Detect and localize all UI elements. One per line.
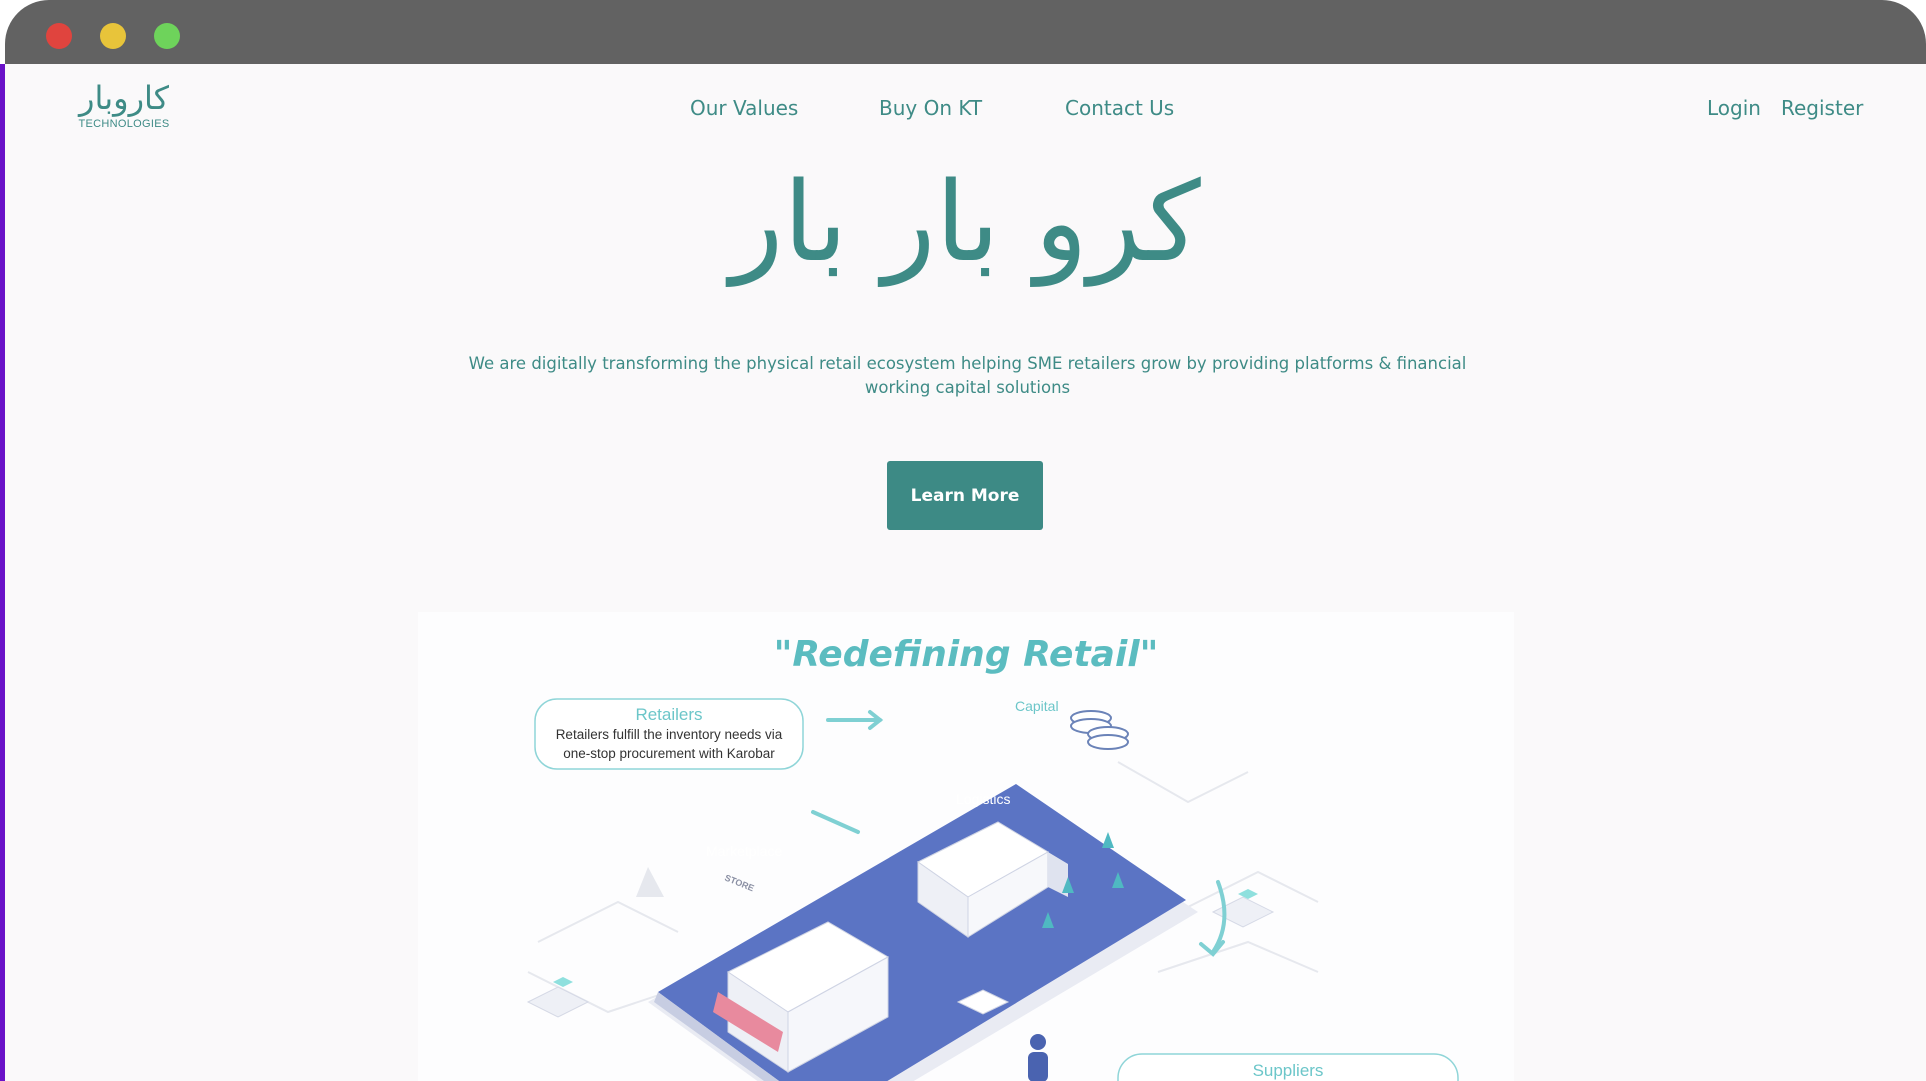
login-link[interactable]: Login — [1707, 96, 1761, 120]
main-navigation: Our Values Buy On KT Contact Us Login Re… — [5, 96, 1926, 126]
web-page: کاروبار TECHNOLOGIES Our Values Buy On K… — [5, 64, 1926, 1081]
nav-link-contact-us[interactable]: Contact Us — [1065, 96, 1174, 120]
marketplace-label: Marketplace — [706, 843, 782, 859]
hero-description: We are digitally transforming the physic… — [468, 354, 1467, 397]
retailers-text-line1: Retailers fulfill the inventory needs vi… — [556, 727, 783, 742]
close-window-button[interactable] — [46, 23, 72, 49]
capital-label: Capital — [1015, 698, 1059, 714]
illustration-graphic: Retailers Retailers fulfill the inventor… — [526, 698, 1459, 1081]
retailers-heading: Retailers — [635, 705, 702, 724]
window-titlebar — [5, 0, 1926, 64]
person-figure — [1028, 1034, 1048, 1081]
suppliers-heading: Suppliers — [1253, 1061, 1324, 1080]
logistics-label: Logistics — [956, 791, 1010, 807]
maximize-window-button[interactable] — [154, 23, 180, 49]
hero-title: کرو بار بار — [730, 158, 1201, 286]
minimize-window-button[interactable] — [100, 23, 126, 49]
nav-link-our-values[interactable]: Our Values — [690, 96, 798, 120]
nav-link-buy-on-kt[interactable]: Buy On KT — [879, 96, 982, 120]
illustration-title: "Redefining Retail" — [773, 634, 1159, 675]
register-link[interactable]: Register — [1781, 96, 1863, 120]
redefining-retail-illustration: Retailers Retailers fulfill the inventor… — [418, 612, 1514, 1081]
store-sign: STORE — [723, 873, 755, 894]
capital-coins — [1070, 710, 1129, 750]
phone-platform — [648, 784, 1198, 1081]
learn-more-button[interactable]: Learn More — [887, 461, 1043, 530]
retailers-text-line2: one-stop procurement with Karobar — [563, 746, 775, 761]
